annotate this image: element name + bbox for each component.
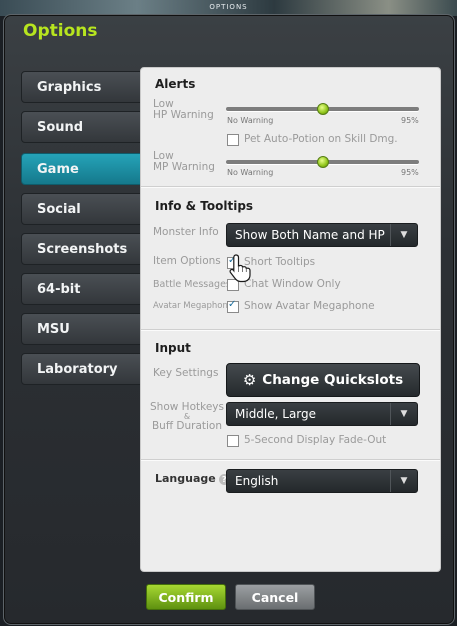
nav-item-laboratory[interactable]: Laboratory: [21, 353, 141, 385]
nav-item-label: MSU: [37, 321, 70, 337]
input-section-title: Input: [155, 341, 191, 355]
nav-item-label: Social: [37, 201, 81, 217]
top-bar-title: OPTIONS: [209, 3, 248, 11]
pet-auto-potion-checkbox[interactable]: [227, 134, 239, 146]
hp-slider-max-label: 95%: [401, 116, 419, 125]
divider: [141, 329, 440, 331]
chevron-down-icon: ▼: [390, 470, 417, 492]
info-tooltips-section-title: Info & Tooltips: [155, 199, 254, 213]
mp-slider-max-label: 95%: [401, 168, 419, 177]
hand-cursor-icon: [229, 254, 251, 283]
nav-item-label: Laboratory: [37, 361, 118, 377]
pet-auto-potion-label: Pet Auto-Potion on Skill Dmg.: [244, 133, 398, 145]
window-title: Options: [23, 21, 98, 41]
avatar-megaphone-label: Avatar Megaphone: [153, 301, 234, 311]
nav-item-msu[interactable]: MSU: [21, 313, 141, 345]
gear-icon: ⚙: [242, 371, 257, 389]
divider: [141, 186, 440, 188]
nav-item-screenshots[interactable]: Screenshots: [21, 233, 141, 265]
change-quickslots-label: Change Quickslots: [262, 372, 404, 388]
chevron-down-icon: ▼: [390, 403, 417, 425]
nav-item-game[interactable]: Game: [21, 153, 145, 185]
hotkeys-size-dropdown[interactable]: Middle, Large ▼: [226, 402, 418, 426]
nav-item-label: Screenshots: [37, 241, 128, 257]
language-label-group: Language?: [155, 472, 230, 485]
language-value: English: [235, 474, 279, 488]
mp-slider-min-label: No Warning: [227, 168, 274, 177]
change-quickslots-button[interactable]: ⚙ Change Quickslots: [226, 363, 420, 397]
hp-warning-slider-knob[interactable]: [316, 103, 329, 115]
fade-out-checkbox[interactable]: [227, 435, 239, 447]
language-dropdown[interactable]: English ▼: [226, 469, 418, 493]
cancel-button[interactable]: Cancel: [235, 584, 315, 610]
nav-item-label: Game: [37, 161, 79, 177]
monster-info-value: Show Both Name and HP: [235, 228, 385, 242]
battle-messages-label: Battle Messages: [153, 279, 231, 290]
avatar-megaphone-checkbox[interactable]: [227, 299, 239, 313]
alerts-section-title: Alerts: [155, 77, 196, 91]
show-hotkeys-label: Show Hotkeys & Buff Duration: [150, 402, 224, 432]
avatar-megaphone-option-label: Show Avatar Megaphone: [244, 300, 375, 312]
confirm-button[interactable]: Confirm: [146, 584, 226, 610]
fade-out-label: 5-Second Display Fade-Out: [244, 434, 387, 446]
nav-item-64bit[interactable]: 64-bit: [21, 273, 141, 305]
monster-info-dropdown[interactable]: Show Both Name and HP ▼: [226, 223, 418, 247]
divider: [141, 459, 440, 461]
nav-item-label: Graphics: [37, 79, 102, 95]
mp-warning-slider-knob[interactable]: [316, 156, 329, 168]
nav-item-sound[interactable]: Sound: [21, 111, 141, 143]
hp-warning-label: HP Warning: [153, 109, 214, 121]
mp-warning-label: MP Warning: [153, 161, 215, 173]
nav-item-graphics[interactable]: Graphics: [21, 71, 141, 103]
language-label: Language: [155, 472, 216, 485]
nav-item-label: Sound: [37, 119, 84, 135]
nav-item-social[interactable]: Social: [21, 193, 141, 225]
hp-slider-min-label: No Warning: [227, 116, 274, 125]
monster-info-label: Monster Info: [153, 226, 219, 238]
game-settings-panel: Alerts Low HP Warning No Warning 95% Pet…: [140, 67, 441, 572]
chat-window-only-label: Chat Window Only: [244, 278, 341, 290]
hotkeys-label-line3: Buff Duration: [151, 420, 223, 432]
nav-item-label: 64-bit: [37, 281, 81, 297]
key-settings-label: Key Settings: [153, 367, 219, 379]
chevron-down-icon: ▼: [390, 224, 417, 246]
short-tooltips-label: Short Tooltips: [244, 256, 316, 268]
hotkeys-size-value: Middle, Large: [235, 407, 317, 421]
item-options-label: Item Options: [153, 255, 221, 267]
